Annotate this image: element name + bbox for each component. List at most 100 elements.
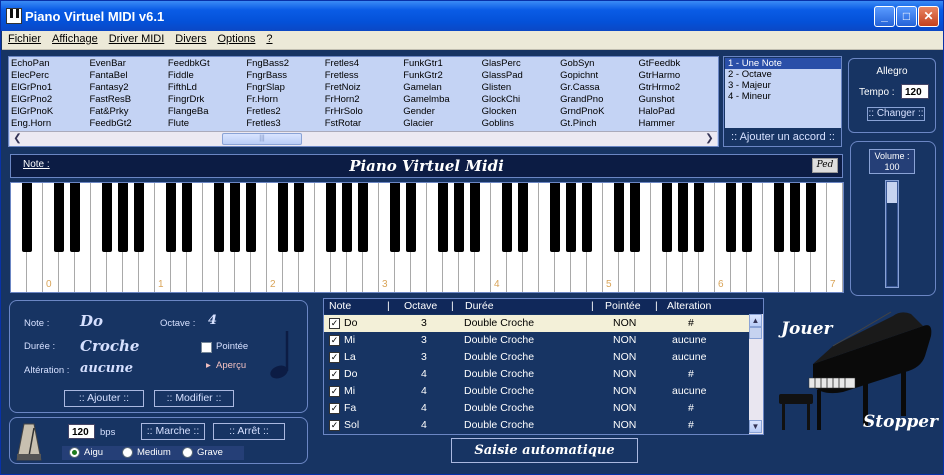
chord-item[interactable]: 4 - Mineur (725, 91, 841, 102)
black-key[interactable] (550, 183, 560, 252)
row-checkbox[interactable]: ✓ (329, 318, 340, 329)
black-key[interactable] (214, 183, 224, 252)
metronome-start-button[interactable]: :: Marche :: (141, 423, 205, 440)
modify-note-button[interactable]: :: Modifier :: (154, 390, 234, 407)
table-row[interactable]: ✓ Do 4 Double Croche NON # (324, 366, 749, 383)
dotted-checkbox[interactable] (201, 342, 212, 353)
black-key[interactable] (358, 183, 368, 252)
black-key[interactable] (614, 183, 624, 252)
scroll-up-arrow-icon[interactable]: ▲ (749, 314, 762, 327)
chord-item[interactable]: 2 - Octave (725, 69, 841, 80)
instrument-item[interactable]: FngrBass (246, 70, 324, 82)
instrument-item[interactable]: GtFeedbk (639, 58, 717, 70)
instrument-item[interactable]: FingrDrk (168, 94, 246, 106)
table-row[interactable]: ✓ Do 3 Double Croche NON # (324, 315, 749, 332)
bps-field[interactable]: 120 (68, 424, 95, 439)
instrument-item[interactable]: FunkGtr2 (403, 70, 481, 82)
row-checkbox[interactable]: ✓ (329, 403, 340, 414)
instrument-item[interactable]: Flute (168, 118, 246, 130)
menu-fichier[interactable]: Fichier (2, 31, 46, 45)
maximize-button[interactable]: □ (896, 6, 917, 27)
black-key[interactable] (294, 183, 304, 252)
instrument-item[interactable]: GrndPnoK (560, 106, 638, 118)
instrument-item[interactable]: FngBass2 (246, 58, 324, 70)
black-key[interactable] (390, 183, 400, 252)
volume-slider[interactable] (885, 180, 899, 288)
black-key[interactable] (438, 183, 448, 252)
black-key[interactable] (182, 183, 192, 252)
instrument-item[interactable]: Gt.Pinch (560, 118, 638, 130)
black-key[interactable] (342, 183, 352, 252)
black-key[interactable] (118, 183, 128, 252)
instrument-item[interactable]: FrHorn2 (325, 94, 403, 106)
black-key[interactable] (566, 183, 576, 252)
instrument-item[interactable]: Fat&Prky (89, 106, 167, 118)
metronome-stop-button[interactable]: :: Arrêt :: (213, 423, 285, 440)
instrument-list[interactable]: EchoPan ElecPerc ElGrPno1 ElGrPno2 ElGrPnoK E… (8, 56, 719, 147)
instrument-item[interactable]: Hammer (639, 118, 717, 130)
row-checkbox[interactable]: ✓ (329, 335, 340, 346)
instrument-item[interactable]: Fretles3 (246, 118, 324, 130)
instrument-item[interactable]: FunkGtr1 (403, 58, 481, 70)
table-row[interactable]: ✓ Fa 4 Double Croche NON # (324, 400, 749, 417)
stop-button[interactable]: Stopper (863, 412, 938, 432)
instrument-item[interactable]: ElGrPno1 (11, 82, 89, 94)
row-checkbox[interactable]: ✓ (329, 369, 340, 380)
chord-list[interactable]: 1 - Une Note 2 - Octave 3 - Majeur 4 - M… (725, 58, 841, 128)
black-key[interactable] (166, 183, 176, 252)
add-chord-button[interactable]: :: Ajouter un accord :: (726, 129, 840, 145)
change-tempo-button[interactable]: :: Changer :: (867, 107, 925, 121)
octave-value[interactable]: 4 (208, 313, 217, 328)
instrument-item[interactable]: FstRotar (325, 118, 403, 130)
tempo-value-field[interactable]: 120 (901, 84, 929, 99)
instrument-item[interactable]: Goblins (482, 118, 560, 130)
black-key[interactable] (278, 183, 288, 252)
instrument-item[interactable]: FifthLd (168, 82, 246, 94)
menu-options[interactable]: Options (211, 31, 260, 45)
black-key[interactable] (70, 183, 80, 252)
instrument-item[interactable]: ElGrPno2 (11, 94, 89, 106)
black-key[interactable] (806, 183, 816, 252)
instrument-item[interactable]: FeedbGt2 (89, 118, 167, 130)
scroll-down-arrow-icon[interactable]: ▼ (749, 420, 762, 433)
instrument-item[interactable]: ElecPerc (11, 70, 89, 82)
black-key[interactable] (774, 183, 784, 252)
instrument-item[interactable]: Fretles2 (246, 106, 324, 118)
instrument-item[interactable]: GlasPerc (482, 58, 560, 70)
instrument-item[interactable]: Fretless (325, 70, 403, 82)
menu-help[interactable]: ? (260, 31, 277, 45)
chord-item[interactable]: 3 - Majeur (725, 80, 841, 91)
black-key[interactable] (518, 183, 528, 252)
instrument-item[interactable]: EchoPan (11, 58, 89, 70)
pedal-button[interactable]: Ped (812, 158, 838, 173)
instrument-item[interactable]: Gopichnt (560, 70, 638, 82)
instrument-item[interactable]: Fr.Horn (246, 94, 324, 106)
chord-item[interactable]: 1 - Une Note (725, 58, 841, 69)
instrument-item[interactable]: Glisten (482, 82, 560, 94)
volume-slider-thumb[interactable] (887, 182, 897, 204)
col-header-octave[interactable]: Octave (404, 300, 437, 312)
instrument-item[interactable]: Gamelan (403, 82, 481, 94)
instrument-item[interactable]: Glacier (403, 118, 481, 130)
close-button[interactable]: ✕ (918, 6, 939, 27)
black-key[interactable] (230, 183, 240, 252)
instrument-item[interactable]: Glocken (482, 106, 560, 118)
instrument-item[interactable]: Gender (403, 106, 481, 118)
instrument-item[interactable]: Gr.Cassa (560, 82, 638, 94)
add-note-button[interactable]: :: Ajouter :: (64, 390, 144, 407)
instrument-item[interactable]: EvenBar (89, 58, 167, 70)
duration-value[interactable]: Croche (80, 337, 139, 355)
black-key[interactable] (134, 183, 144, 252)
menu-affichage[interactable]: Affichage (46, 31, 103, 45)
auto-input-button[interactable]: Saisie automatique (451, 438, 638, 463)
col-header-alteration[interactable]: Alteration (667, 300, 711, 312)
instrument-item[interactable]: FrHrSolo (325, 106, 403, 118)
black-key[interactable] (54, 183, 64, 252)
instrument-item[interactable]: ElGrPnoK (11, 106, 89, 118)
alteration-value[interactable]: aucune (80, 361, 133, 376)
instrument-item[interactable]: GobSyn (560, 58, 638, 70)
black-key[interactable] (630, 183, 640, 252)
radio-medium[interactable] (122, 447, 133, 458)
instrument-item[interactable]: Gamelmba (403, 94, 481, 106)
black-key[interactable] (678, 183, 688, 252)
